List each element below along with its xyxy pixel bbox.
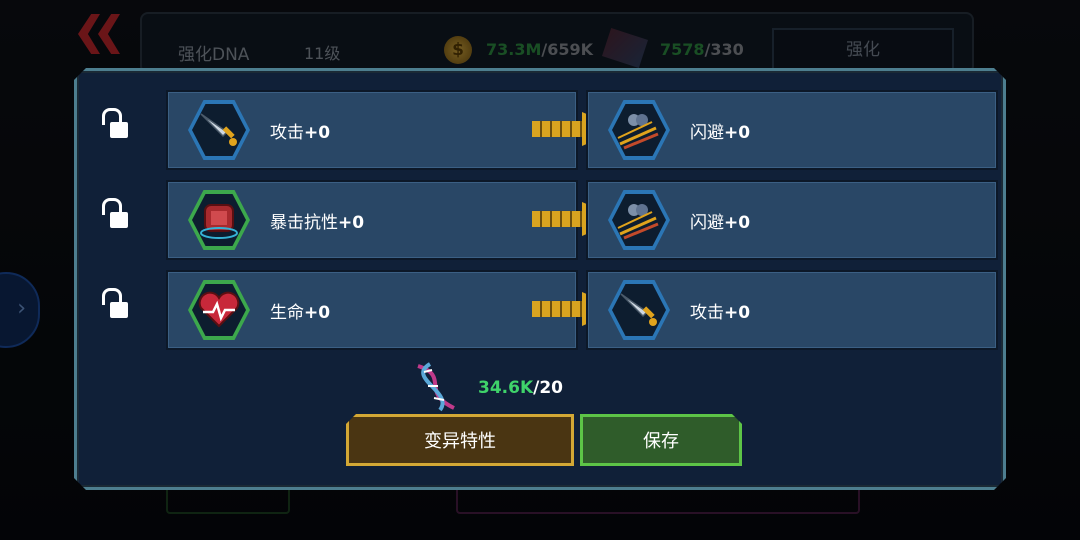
- sword-icon: [620, 293, 657, 326]
- trait-row-3: 生命+0 攻击+0: [76, 270, 998, 350]
- current-trait-box: 暴击抗性+0: [166, 180, 578, 260]
- trait-hex-frame: [188, 190, 250, 250]
- unlock-icon[interactable]: [102, 108, 132, 140]
- trait-hex-frame: [188, 100, 250, 160]
- trait-hex-frame: [608, 280, 670, 340]
- sword-icon: [200, 113, 237, 146]
- save-button[interactable]: 保存: [580, 414, 742, 466]
- heart-icon: [198, 291, 240, 328]
- trait-hex-frame: [608, 190, 670, 250]
- new-trait-box: 闪避+0: [586, 90, 998, 170]
- dna-icon: [417, 362, 455, 412]
- trait-label: 攻击+0: [690, 303, 751, 323]
- trait-row-1: 攻击+0 闪避+0: [76, 90, 998, 170]
- current-trait-box: 生命+0: [166, 270, 578, 350]
- trait-label: 生命+0: [270, 303, 331, 323]
- trait-label: 闪避+0: [690, 213, 751, 233]
- new-trait-box: 闪避+0: [586, 180, 998, 260]
- evade-icon: [617, 204, 659, 240]
- trait-hex-frame: [608, 100, 670, 160]
- evade-icon: [617, 114, 659, 150]
- unlock-icon[interactable]: [102, 198, 132, 230]
- armor-icon: [200, 204, 238, 239]
- trait-label: 攻击+0: [270, 123, 331, 143]
- trait-hex-frame: [188, 280, 250, 340]
- trait-row-2: 暴击抗性+0 闪避+0: [76, 180, 998, 260]
- current-trait-box: 攻击+0: [166, 90, 578, 170]
- trait-label: 暴击抗性+0: [270, 213, 365, 233]
- unlock-icon[interactable]: [102, 288, 132, 320]
- mutate-button[interactable]: 变异特性: [346, 414, 574, 466]
- new-trait-box: 攻击+0: [586, 270, 998, 350]
- mutation-cost: 34.6K/20: [478, 378, 563, 398]
- trait-label: 闪避+0: [690, 123, 751, 143]
